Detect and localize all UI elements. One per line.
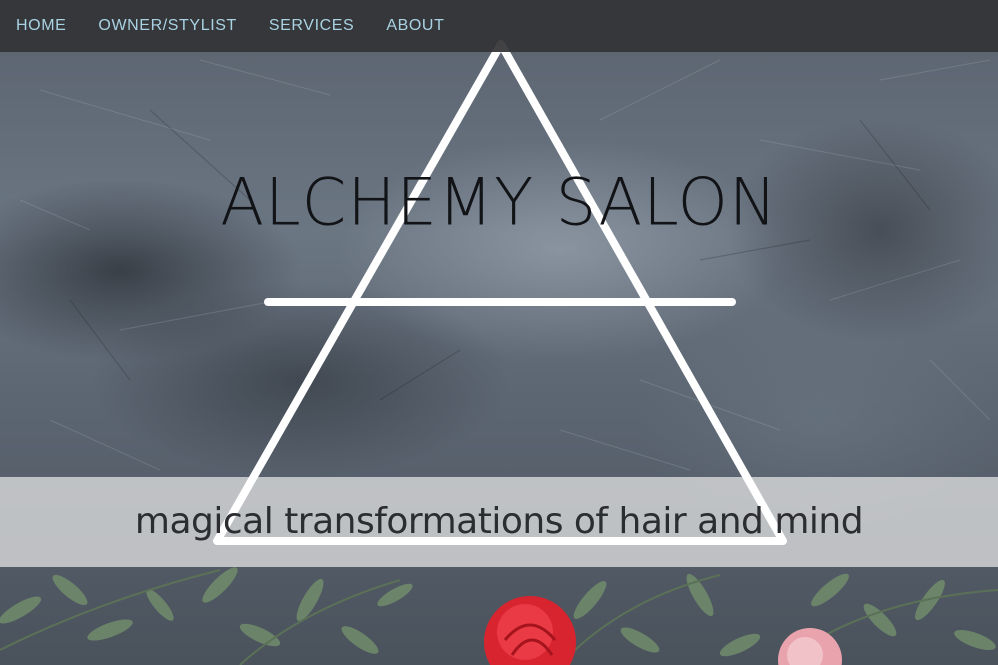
alchemy-triangle-icon [213,40,787,545]
nav-link-services[interactable]: SERVICES [269,17,354,35]
nav-link-home[interactable]: HOME [16,17,66,35]
nav-link-about[interactable]: ABOUT [386,17,444,35]
tagline: magical transformations of hair and mind [134,501,864,542]
top-navigation: HOME OWNER/STYLIST SERVICES ABOUT [0,0,998,52]
nav-link-owner-stylist[interactable]: OWNER/STYLIST [98,17,236,35]
site-title: ALCHEMY SALON [220,165,778,241]
